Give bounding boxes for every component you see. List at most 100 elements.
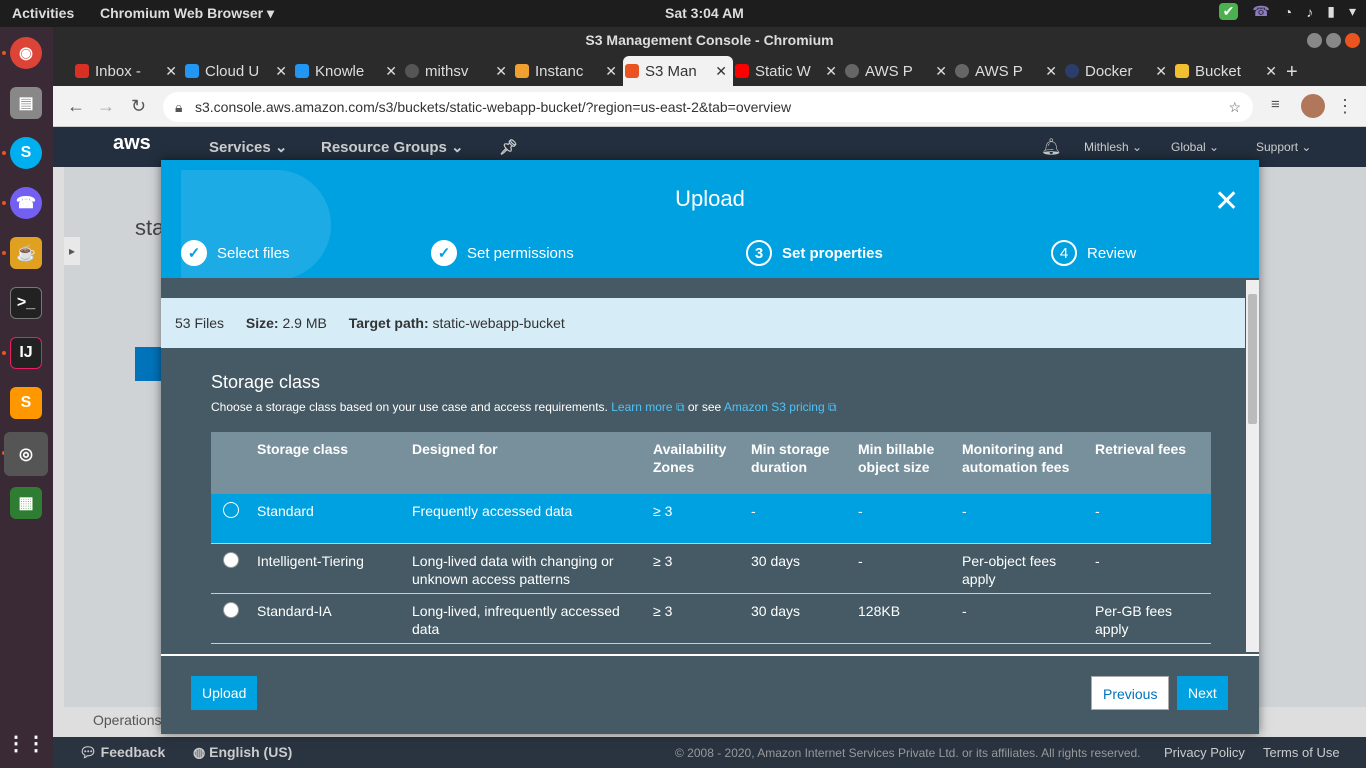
privacy-policy-link[interactable]: Privacy Policy — [1164, 745, 1245, 760]
tab-instances[interactable]: Instanc ✕ — [513, 56, 623, 86]
step-select-files[interactable]: ✓ Select files — [181, 240, 290, 266]
teapot-icon[interactable]: ☕ — [10, 237, 42, 269]
table-row[interactable]: Standard-IA Long-lived, infrequently acc… — [211, 594, 1211, 644]
user-menu[interactable]: Mithlesh ⌄ — [1084, 140, 1142, 154]
region-menu[interactable]: Global ⌄ — [1171, 140, 1219, 154]
wifi-icon[interactable]: ◔ — [1284, 4, 1292, 20]
services-menu[interactable]: Services ⌄ — [209, 138, 287, 156]
bookmark-star-icon[interactable]: ☆ — [1228, 92, 1241, 122]
learn-more-link[interactable]: Learn more ⧉ — [611, 400, 684, 414]
close-tab-icon[interactable]: ✕ — [605, 63, 617, 80]
close-tab-icon[interactable]: ✕ — [385, 63, 397, 80]
viber-tray-icon[interactable]: ☎ — [1252, 3, 1269, 20]
tab-bucket[interactable]: Bucket ✕ — [1173, 56, 1283, 86]
upload-button[interactable]: Upload — [191, 676, 258, 710]
tab-aws-policy-1[interactable]: AWS P ✕ — [843, 56, 953, 86]
power-menu-icon[interactable]: ▾ — [1349, 3, 1356, 20]
cell-monitoring: Per-object fees apply — [962, 553, 1057, 587]
tab-knowledge[interactable]: Knowle ✕ — [293, 56, 403, 86]
tab-s3-management[interactable]: S3 Man ✕ — [623, 56, 733, 86]
check-icon[interactable]: ✔ — [1218, 3, 1239, 20]
cell-duration: 30 days — [751, 553, 801, 569]
forward-button[interactable]: → — [97, 96, 115, 117]
step-label: Select files — [217, 244, 290, 262]
file-manager-icon[interactable]: ▤ — [10, 87, 42, 119]
close-tab-icon[interactable]: ✕ — [165, 63, 177, 80]
back-button[interactable]: ← — [67, 96, 85, 117]
storage-class-radio[interactable] — [223, 552, 239, 568]
pin-icon[interactable]: 📌︎ — [499, 138, 518, 156]
close-window-button[interactable] — [1345, 33, 1360, 48]
show-apps-icon[interactable]: ⋮⋮ — [6, 727, 46, 759]
maximize-button[interactable] — [1326, 33, 1341, 48]
sublime-text-icon[interactable]: S — [10, 387, 42, 419]
close-tab-icon[interactable]: ✕ — [825, 63, 837, 80]
chromium-icon[interactable]: ◎ — [4, 432, 48, 476]
media-controls-icon[interactable]: ≡ — [1271, 96, 1280, 113]
skype-icon[interactable]: S — [10, 137, 42, 169]
close-tab-icon[interactable]: ✕ — [1265, 63, 1277, 80]
tab-cloud[interactable]: Cloud U ✕ — [183, 56, 293, 86]
language-selector[interactable]: ◍ English (US) — [193, 744, 292, 761]
table-row[interactable]: Intelligent-Tiering Long-lived data with… — [211, 544, 1211, 594]
system-tray[interactable]: ✔ ☎ ◔ ♪ ▮ ▾ — [1218, 3, 1356, 20]
tab-aws-policy-2[interactable]: AWS P ✕ — [953, 56, 1063, 86]
battery-icon[interactable]: ▮ — [1327, 3, 1335, 20]
close-tab-icon[interactable]: ✕ — [1045, 63, 1057, 80]
step-set-properties[interactable]: 3 Set properties — [746, 240, 883, 266]
close-icon[interactable]: ✕ — [1214, 184, 1239, 219]
operations-tab[interactable]: Operations — [93, 712, 161, 728]
menu-kebab-icon[interactable]: ⋮ — [1336, 96, 1354, 117]
terms-of-use-link[interactable]: Terms of Use — [1263, 745, 1340, 760]
modal-scrollbar[interactable] — [1246, 280, 1259, 652]
upload-bg-button[interactable] — [135, 347, 161, 381]
resource-groups-label: Resource Groups — [321, 139, 447, 156]
docker-icon — [1065, 64, 1079, 78]
new-tab-button[interactable]: + — [1286, 61, 1298, 84]
feedback-link[interactable]: 💬︎ Feedback — [79, 744, 165, 761]
scroll-thumb[interactable] — [1248, 294, 1257, 424]
support-menu[interactable]: Support ⌄ — [1256, 140, 1311, 154]
close-tab-icon[interactable]: ✕ — [715, 63, 727, 80]
reload-button[interactable]: ↻ — [131, 96, 146, 117]
viber-icon[interactable]: ☎ — [10, 187, 42, 219]
spreadsheet-icon[interactable]: ▦ — [10, 487, 42, 519]
intellij-icon[interactable]: IJ — [10, 337, 42, 369]
previous-button[interactable]: Previous — [1091, 676, 1170, 710]
storage-class-radio[interactable] — [223, 502, 239, 518]
cell-retrieval: Per-GB fees apply — [1095, 603, 1173, 637]
step-set-permissions[interactable]: ✓ Set permissions — [431, 240, 574, 266]
lock-icon[interactable]: 🔒︎ — [175, 92, 182, 122]
tab-docker[interactable]: Docker ✕ — [1063, 56, 1173, 86]
close-tab-icon[interactable]: ✕ — [935, 63, 947, 80]
bell-icon[interactable]: 🔔︎ — [1041, 137, 1061, 157]
app-menu[interactable]: Chromium Web Browser ▾ — [100, 5, 274, 22]
user-name: Mithlesh — [1084, 140, 1129, 154]
tab-github[interactable]: mithsv ✕ — [403, 56, 513, 86]
volume-icon[interactable]: ♪ — [1306, 4, 1313, 20]
next-button[interactable]: Next — [1177, 676, 1228, 710]
minimize-button[interactable] — [1307, 33, 1322, 48]
tab-label: Docker — [1085, 62, 1133, 80]
activities-button[interactable]: Activities — [12, 5, 74, 21]
close-tab-icon[interactable]: ✕ — [1155, 63, 1167, 80]
clock[interactable]: Sat 3:04 AM — [665, 5, 744, 21]
table-row[interactable]: Standard Frequently accessed data ≥ 3 - … — [211, 494, 1211, 544]
terminal-icon[interactable]: >_ — [10, 287, 42, 319]
support-label: Support — [1256, 140, 1299, 154]
aws-box-icon — [1175, 64, 1189, 78]
close-tab-icon[interactable]: ✕ — [495, 63, 507, 80]
storage-class-radio[interactable] — [223, 602, 239, 618]
sidebar-toggle[interactable]: ▸ — [64, 237, 80, 265]
resource-groups-menu[interactable]: Resource Groups ⌄ — [321, 138, 464, 156]
chrome-icon[interactable]: ◉ — [10, 37, 42, 69]
running-indicator — [2, 51, 6, 55]
tab-static-website[interactable]: Static W ✕ — [733, 56, 843, 86]
step-review[interactable]: 4 Review — [1051, 240, 1136, 266]
aws-logo[interactable]: aws — [113, 132, 151, 155]
s3-pricing-link[interactable]: Amazon S3 pricing ⧉ — [724, 400, 837, 414]
address-bar[interactable]: 🔒︎ s3.console.aws.amazon.com/s3/buckets/… — [163, 92, 1253, 122]
close-tab-icon[interactable]: ✕ — [275, 63, 287, 80]
tab-gmail[interactable]: Inbox - ✕ — [73, 56, 183, 86]
profile-avatar[interactable] — [1301, 94, 1325, 118]
